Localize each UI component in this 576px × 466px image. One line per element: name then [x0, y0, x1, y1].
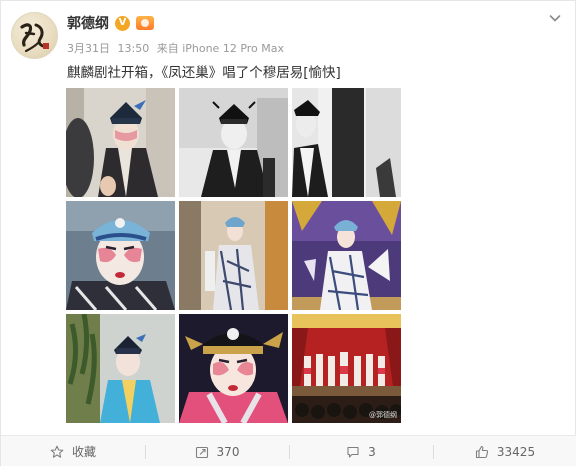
- collect-label: 收藏: [71, 445, 96, 459]
- post-time[interactable]: 13:50: [118, 42, 150, 55]
- photo-9[interactable]: @郭德纲: [292, 314, 401, 423]
- like-button[interactable]: 33425: [433, 436, 576, 466]
- weibo-post-card: 郭德纲 V 3月31日 13:50 来自 iPhone 12 Pro Max 麒…: [0, 0, 576, 466]
- photo-3[interactable]: [292, 88, 401, 197]
- photo-2[interactable]: [179, 88, 288, 197]
- photo-8[interactable]: [179, 314, 288, 423]
- post-meta: 3月31日 13:50 来自 iPhone 12 Pro Max: [67, 40, 288, 56]
- post-text: 麒麟剧社开箱，《凤还巢》唱了个穆居易[愉快]: [67, 65, 341, 81]
- photo-7[interactable]: [66, 314, 175, 423]
- repost-count: 370: [216, 444, 240, 459]
- photo-1[interactable]: [66, 88, 175, 197]
- action-bar: 收藏 370 3 33425: [1, 435, 576, 466]
- photo-6[interactable]: [292, 201, 401, 310]
- post-date[interactable]: 3月31日: [67, 42, 110, 55]
- member-level-icon: [136, 16, 154, 30]
- chevron-down-icon[interactable]: [549, 12, 561, 24]
- star-icon: [50, 445, 64, 459]
- comment-icon: [346, 445, 360, 459]
- photo-watermark: @郭德纲: [369, 411, 397, 419]
- photo-4[interactable]: [66, 201, 175, 310]
- repost-button[interactable]: 370: [145, 436, 289, 466]
- comment-button[interactable]: 3: [289, 436, 433, 466]
- repost-icon: [195, 445, 209, 459]
- verified-badge-icon: V: [115, 15, 130, 31]
- comment-count: 3: [368, 444, 376, 459]
- thumbs-up-icon: [475, 445, 489, 459]
- name-row: 郭德纲 V: [67, 13, 154, 33]
- like-count: 33425: [496, 444, 536, 459]
- photo-grid: @郭德纲: [66, 88, 402, 424]
- collect-button[interactable]: 收藏: [1, 436, 145, 466]
- user-avatar[interactable]: [11, 12, 58, 59]
- username[interactable]: 郭德纲: [67, 13, 109, 33]
- post-source: 来自 iPhone 12 Pro Max: [156, 42, 285, 55]
- photo-5[interactable]: [179, 201, 288, 310]
